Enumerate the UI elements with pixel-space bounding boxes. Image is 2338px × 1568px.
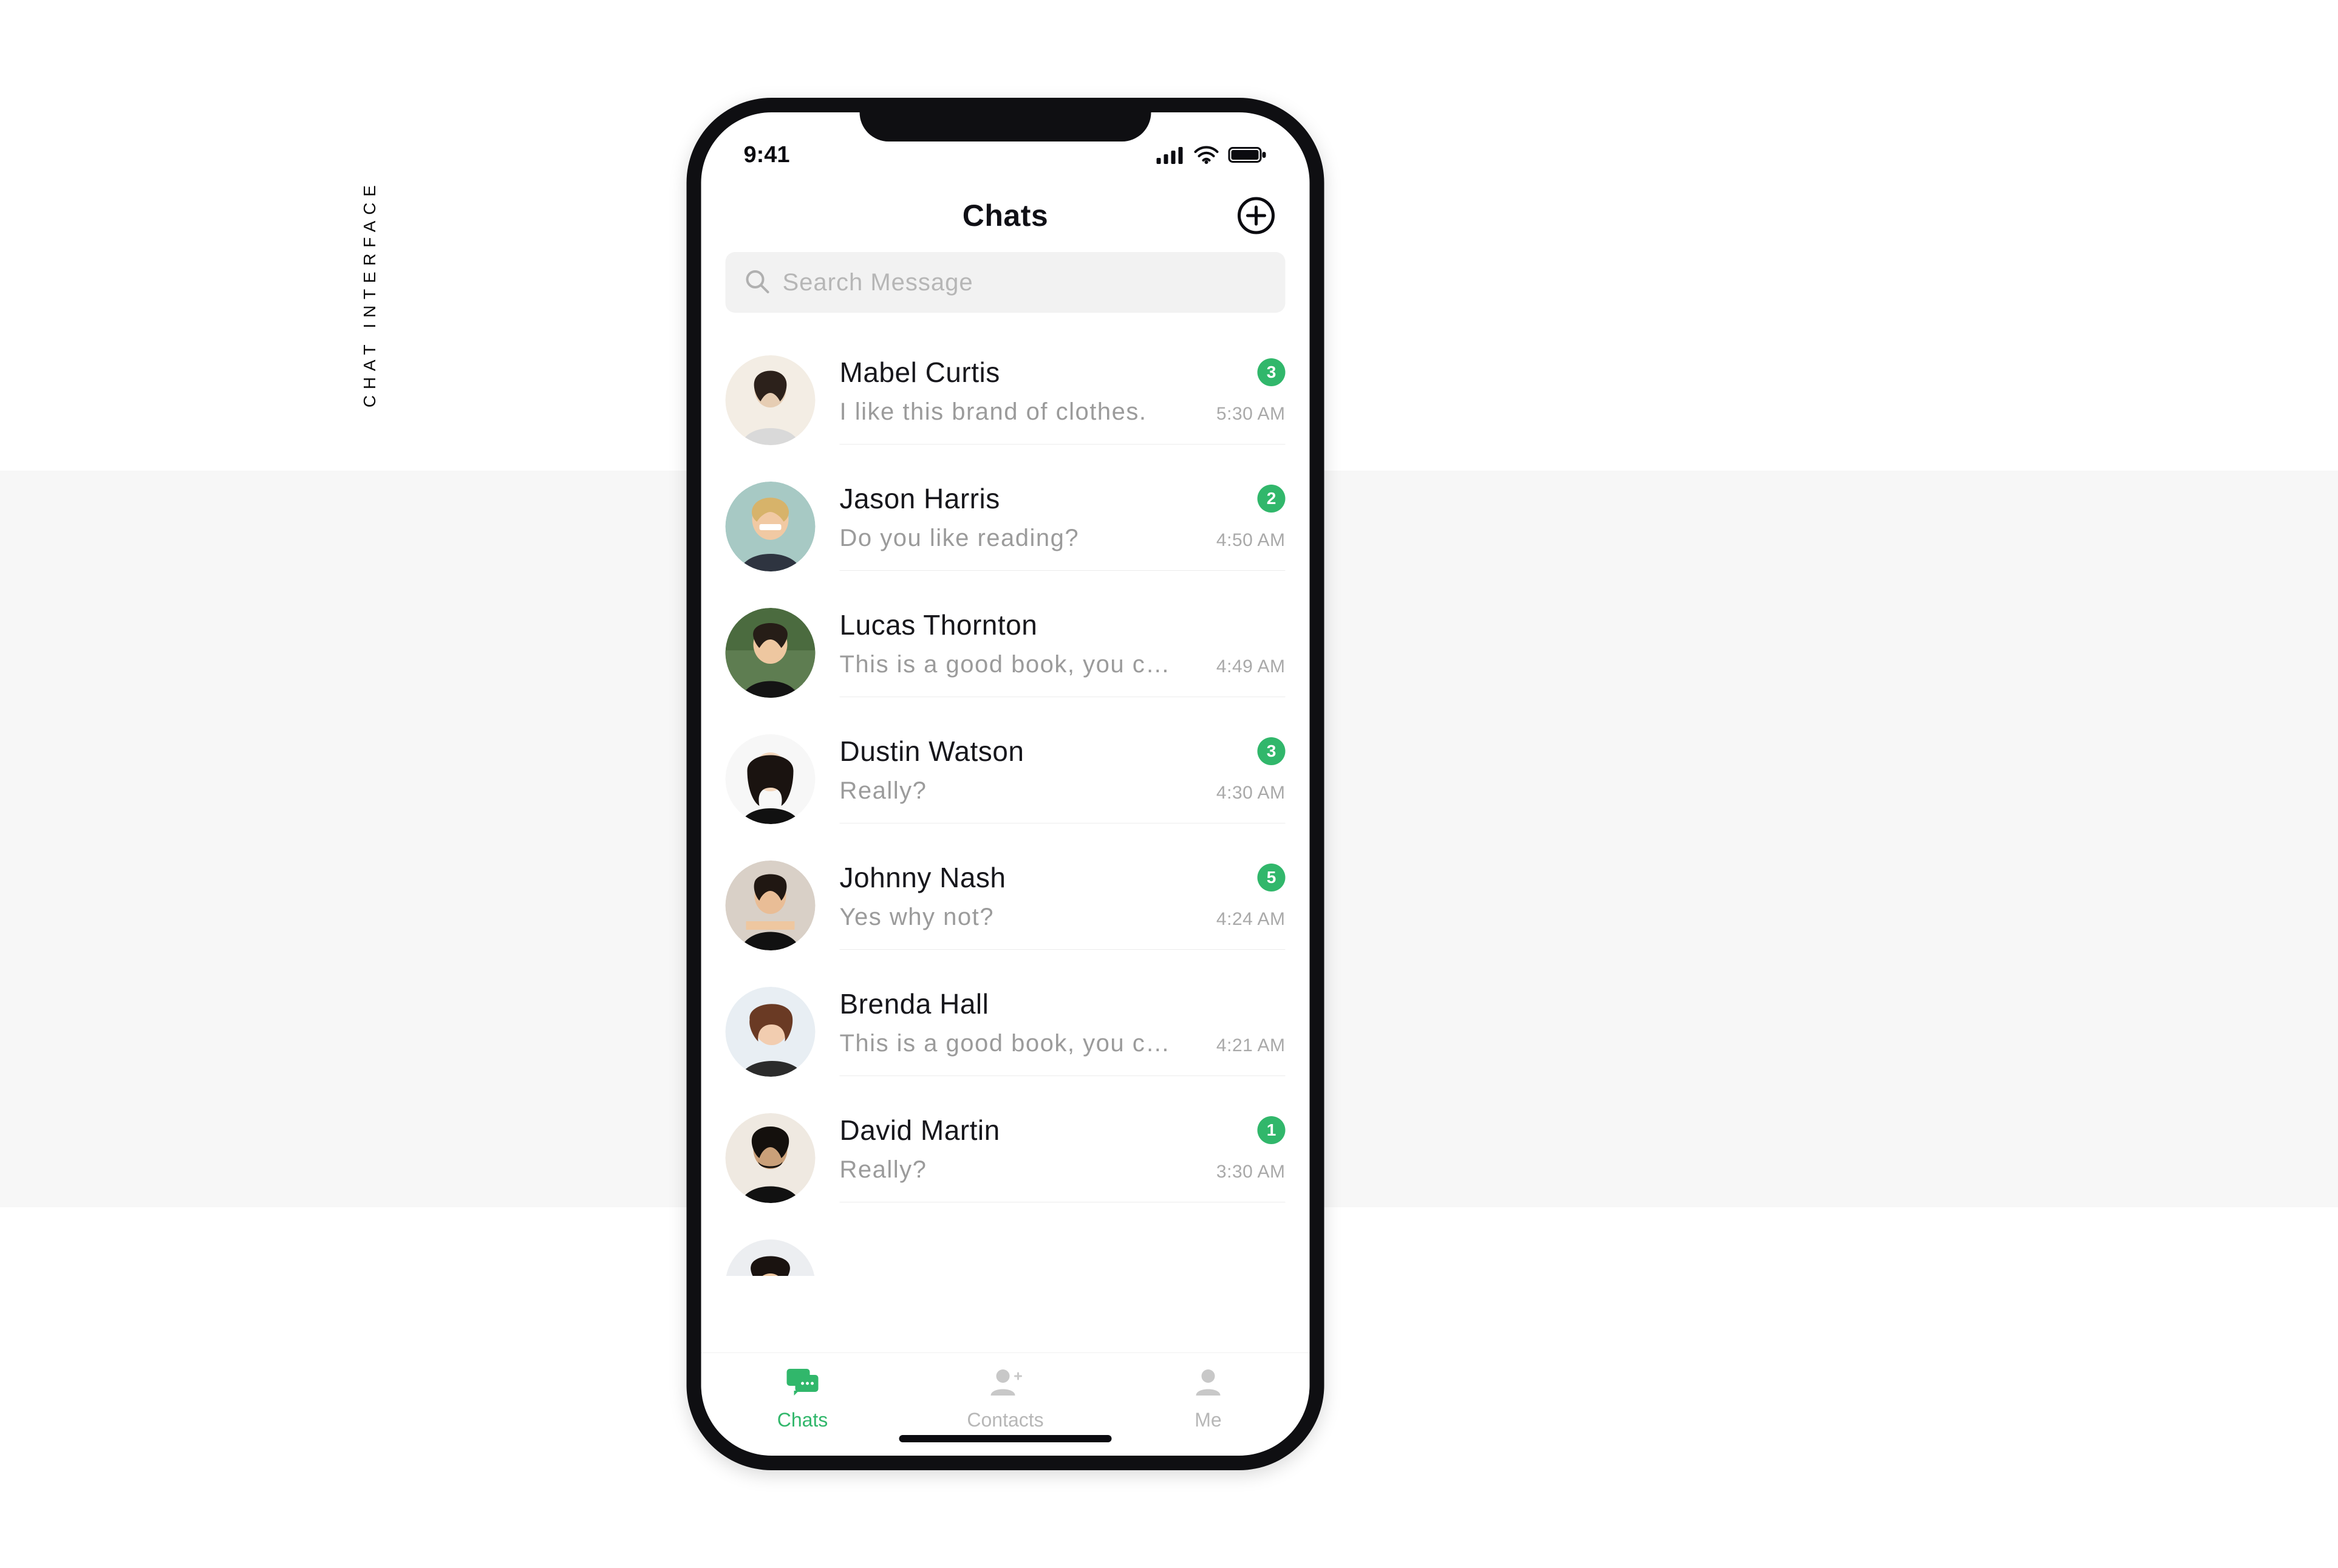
avatar (726, 987, 816, 1077)
chat-time: 4:49 AM (1216, 656, 1286, 677)
avatar (726, 1239, 816, 1276)
chat-row[interactable]: Jason Harris 2 Do you like reading? 4:50… (726, 463, 1286, 590)
search-input[interactable] (783, 269, 1267, 296)
contacts-icon (987, 1365, 1024, 1403)
chat-row-body: Jason Harris 2 Do you like reading? 4:50… (840, 482, 1286, 571)
chat-time: 3:30 AM (1216, 1162, 1286, 1182)
chat-time: 4:21 AM (1216, 1035, 1286, 1056)
chat-row-body: Lucas Thornton This is a good book, you … (840, 608, 1286, 697)
avatar (726, 861, 816, 950)
tab-label: Contacts (967, 1409, 1043, 1431)
chat-preview: This is a good book, you c… (840, 1030, 1171, 1057)
chat-row[interactable]: Brenda Hall This is a good book, you c… … (726, 969, 1286, 1095)
chat-time: 4:30 AM (1216, 783, 1286, 803)
phone-notch (860, 98, 1151, 141)
chat-time: 5:30 AM (1216, 404, 1286, 424)
tab-label: Chats (777, 1409, 828, 1431)
chat-row[interactable]: Lucas Thornton This is a good book, you … (726, 590, 1286, 716)
tab-me[interactable]: Me (1107, 1365, 1310, 1431)
unread-badge: 3 (1258, 737, 1286, 765)
unread-badge: 2 (1258, 485, 1286, 513)
chat-row-body: Dustin Watson 3 Really? 4:30 AM (840, 735, 1286, 823)
chat-time: 4:24 AM (1216, 909, 1286, 930)
plus-circle-icon (1237, 227, 1276, 237)
page-title: Chats (963, 198, 1048, 233)
search-box[interactable] (726, 252, 1286, 313)
chat-list[interactable]: Mabel Curtis 3 I like this brand of clot… (701, 319, 1310, 1352)
chats-icon (785, 1365, 821, 1403)
chat-name: Mabel Curtis (840, 356, 1000, 389)
avatar (726, 1113, 816, 1203)
tab-chats[interactable]: Chats (701, 1365, 904, 1431)
unread-badge: 5 (1258, 864, 1286, 891)
chat-row[interactable]: Johnny Nash 5 Yes why not? 4:24 AM (726, 842, 1286, 969)
chat-name: Johnny Nash (840, 861, 1006, 894)
me-icon (1190, 1365, 1227, 1403)
chat-preview: Really? (840, 1156, 927, 1184)
status-time: 9:41 (744, 142, 790, 168)
header: Chats (701, 179, 1310, 252)
chat-row-body: Mabel Curtis 3 I like this brand of clot… (840, 356, 1286, 445)
side-label: CHAT INTERFACE (360, 180, 380, 408)
avatar (726, 608, 816, 698)
avatar (726, 355, 816, 445)
chat-name: Jason Harris (840, 482, 1000, 515)
battery-icon (1229, 146, 1267, 164)
search-container (701, 252, 1310, 319)
chat-name: Lucas Thornton (840, 608, 1038, 641)
chat-row-body: David Martin 1 Really? 3:30 AM (840, 1114, 1286, 1202)
phone-frame: 9:41 Chats (687, 98, 1324, 1470)
new-chat-button[interactable] (1237, 196, 1276, 235)
chat-preview: Do you like reading? (840, 525, 1080, 552)
avatar (726, 734, 816, 824)
chat-row[interactable]: David Martin 1 Really? 3:30 AM (726, 1095, 1286, 1221)
chat-name: David Martin (840, 1114, 1000, 1147)
chat-time: 4:50 AM (1216, 530, 1286, 551)
wifi-icon (1193, 146, 1220, 164)
tab-contacts[interactable]: Contacts (904, 1365, 1107, 1431)
status-icons (1157, 146, 1267, 164)
avatar (726, 482, 816, 571)
search-icon (744, 268, 771, 298)
chat-name: Brenda Hall (840, 987, 989, 1020)
tab-label: Me (1195, 1409, 1221, 1431)
chat-row-body: Johnny Nash 5 Yes why not? 4:24 AM (840, 861, 1286, 950)
chat-preview: Really? (840, 777, 927, 805)
chat-name: Dustin Watson (840, 735, 1024, 768)
chat-preview: This is a good book, you c… (840, 651, 1171, 678)
cellular-icon (1157, 146, 1185, 164)
chat-row[interactable]: Mabel Curtis 3 I like this brand of clot… (726, 337, 1286, 463)
chat-preview: I like this brand of clothes. (840, 398, 1147, 426)
chat-row[interactable]: Dustin Watson 3 Really? 4:30 AM (726, 716, 1286, 842)
unread-badge: 3 (1258, 358, 1286, 386)
phone-screen: 9:41 Chats (701, 112, 1310, 1456)
stage: 9:41 Chats (0, 0, 2175, 1568)
chat-row-body: Brenda Hall This is a good book, you c… … (840, 987, 1286, 1076)
chat-preview: Yes why not? (840, 904, 994, 931)
chat-row[interactable] (726, 1221, 1286, 1276)
home-indicator[interactable] (899, 1435, 1112, 1442)
unread-badge: 1 (1258, 1116, 1286, 1144)
